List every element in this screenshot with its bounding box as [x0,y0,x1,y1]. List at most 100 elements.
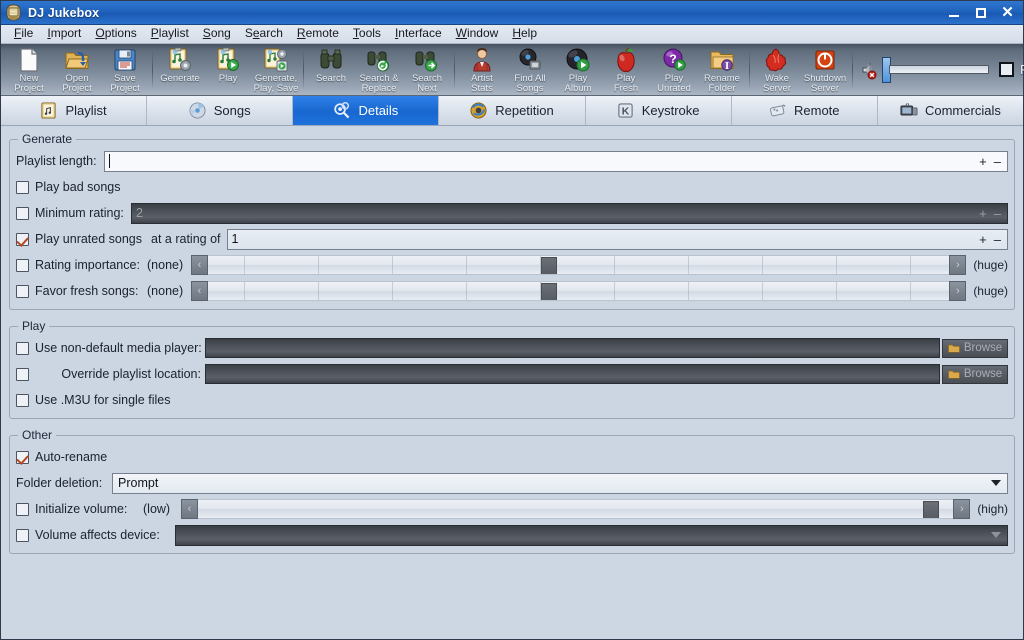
play-bad-songs-checkbox[interactable] [16,181,29,194]
menu-item-file[interactable]: File [7,25,40,43]
initialize-volume-slider[interactable]: ‹ › [181,498,970,520]
tab-commercials[interactable]: Commercials [878,96,1023,125]
tab-playlist[interactable]: Playlist [1,96,147,125]
menu-item-song[interactable]: Song [196,25,238,43]
playlist-location-browse-button[interactable]: Browse [942,365,1008,384]
menu-item-playlist[interactable]: Playlist [144,25,196,43]
toolbar-button-generate-play-save[interactable]: Generate, Play, Save [252,45,300,95]
slider-thumb[interactable] [541,257,557,275]
slider-left-arrow-icon[interactable]: ‹ [191,281,208,301]
toolbar-button-save-project[interactable]: Save Project [101,45,149,95]
rating-importance-checkbox[interactable] [16,259,29,272]
remote-checkbox[interactable] [999,62,1014,77]
auto-rename-label: Auto-rename [35,450,107,464]
toolbar-button-open-project[interactable]: Open Project [53,45,101,95]
toolbar-button-find-all-songs[interactable]: Find All Songs [506,45,554,95]
maximize-button[interactable] [967,2,994,24]
toolbar-button-label: Play Album [552,74,604,94]
decrement-icon[interactable]: – [994,155,1001,168]
use-non-default-media-player-checkbox[interactable] [16,342,29,355]
toolbar-button-shutdown-server[interactable]: Shutdown Server [801,45,849,95]
favor-fresh-songs-slider[interactable]: ‹ › [191,280,966,302]
unrated-rating-spinner[interactable]: + – [979,233,1005,246]
volume-slider-track[interactable] [889,65,989,74]
media-player-browse-label: Browse [964,342,1002,354]
minimize-button[interactable] [940,2,967,24]
menu-item-help[interactable]: Help [505,25,544,43]
toolbar-button-search-next[interactable]: Search Next [403,45,451,95]
menu-item-tools[interactable]: Tools [346,25,388,43]
volume-affects-device-select[interactable] [175,525,1008,546]
menu-item-search[interactable]: Search [238,25,290,43]
tab-songs[interactable]: Songs [147,96,293,125]
minimum-rating-spinner[interactable]: + – [979,207,1005,220]
key-icon: K [617,102,635,120]
auto-rename-checkbox[interactable] [16,451,29,464]
tab-keystroke[interactable]: KKeystroke [586,96,732,125]
toolbar-button-artist-stats[interactable]: Artist Stats [458,45,506,95]
playlist-length-input[interactable]: + – [104,151,1008,172]
toolbar-button-generate[interactable]: Generate [156,45,204,95]
tab-details[interactable]: Details [293,96,439,125]
chevron-down-icon[interactable] [991,480,1001,486]
slider-left-arrow-icon[interactable]: ‹ [191,255,208,275]
menu-item-window[interactable]: Window [449,25,506,43]
toolbar-button-play-fresh[interactable]: Play Fresh [602,45,650,95]
slider-track[interactable] [208,255,949,275]
decrement-icon[interactable]: – [994,233,1001,246]
increment-icon[interactable]: + [979,155,987,168]
volume-affects-device-checkbox[interactable] [16,529,29,542]
media-player-browse-button[interactable]: Browse [942,339,1008,358]
slider-thumb[interactable] [541,283,557,301]
playlist-length-spinner[interactable]: + – [979,155,1005,168]
slider-right-arrow-icon[interactable]: › [949,281,966,301]
slider-track[interactable] [208,281,949,301]
folder-deletion-select[interactable]: Prompt [112,473,1008,494]
tab-remote[interactable]: Remote [732,96,878,125]
toolbar-button-label: Find All Songs [504,74,556,94]
initialize-volume-checkbox[interactable] [16,503,29,516]
minimum-rating-input[interactable]: 2 + – [131,203,1008,224]
unrated-rating-input[interactable]: 1 + – [227,229,1008,250]
slider-thumb[interactable] [923,501,939,519]
media-player-path-input[interactable] [205,338,940,358]
override-playlist-location-checkbox[interactable] [16,368,29,381]
rating-importance-slider[interactable]: ‹ › [191,254,966,276]
toolbar-button-new-project[interactable]: New Project [5,45,53,95]
floppy-disk-icon [112,47,138,73]
slider-left-arrow-icon[interactable]: ‹ [181,499,198,519]
tab-repetition[interactable]: Repetition [439,96,585,125]
toolbar-button-label: Open Project [51,74,103,94]
toolbar-button-label: Play Unrated [648,74,700,94]
slider-track[interactable] [198,499,953,519]
toolbar-button-play-album[interactable]: Play Album [554,45,602,95]
volume-control[interactable]: Remote [856,45,1024,95]
menu-item-interface[interactable]: Interface [388,25,449,43]
close-button[interactable]: ✕ [994,2,1021,24]
toolbar-button-rename-folder[interactable]: IRename Folder [698,45,746,95]
increment-icon[interactable]: + [979,207,987,220]
toolbar-button-wake-server[interactable]: Wake Server [753,45,801,95]
toolbar-button-label: Search Next [401,74,453,94]
playlist-location-input[interactable] [205,364,940,384]
menu-item-remote[interactable]: Remote [290,25,346,43]
binoculars-replace-icon [366,47,392,73]
play-unrated-songs-checkbox[interactable] [16,233,29,246]
details-gear-icon [333,102,351,120]
decrement-icon[interactable]: – [994,207,1001,220]
slider-right-arrow-icon[interactable]: › [953,499,970,519]
use-m3u-checkbox[interactable] [16,394,29,407]
slider-right-arrow-icon[interactable]: › [949,255,966,275]
increment-icon[interactable]: + [979,233,987,246]
toolbar-button-label: Generate [154,74,206,84]
chevron-down-icon[interactable] [991,532,1001,538]
toolbar-button-play-unrated[interactable]: ?Play Unrated [650,45,698,95]
toolbar-button-search[interactable]: Search [307,45,355,95]
minimum-rating-checkbox[interactable] [16,207,29,220]
menu-item-options[interactable]: Options [88,25,143,43]
volume-affects-device-label: Volume affects device: [35,528,175,542]
toolbar-button-search-replace[interactable]: Search & Replace [355,45,403,95]
toolbar-button-play[interactable]: Play [204,45,252,95]
menu-item-import[interactable]: Import [40,25,88,43]
favor-fresh-songs-checkbox[interactable] [16,285,29,298]
